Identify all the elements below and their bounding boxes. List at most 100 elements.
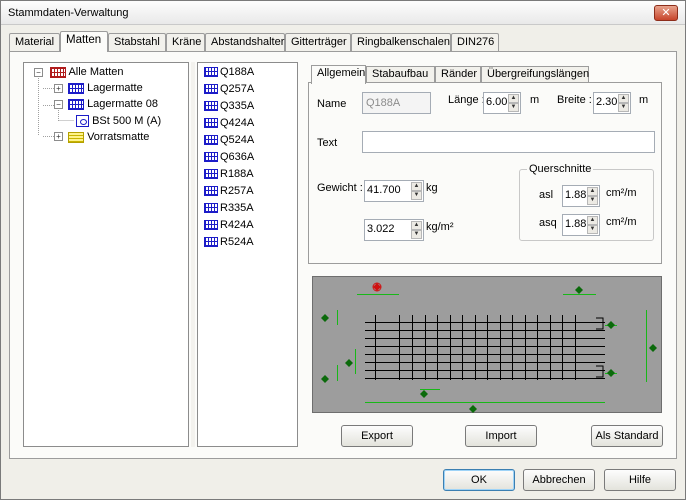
- laenge-unit: m: [530, 94, 540, 106]
- breite-unit: m: [639, 94, 649, 106]
- als-standard-button[interactable]: Als Standard: [591, 425, 663, 447]
- mesh-icon: [68, 82, 84, 94]
- tree-item-label: BSt 500 M (A): [92, 115, 162, 127]
- stammdaten-window: Stammdaten-Verwaltung ✕ Material Matten …: [0, 0, 686, 500]
- list-item[interactable]: Q424A: [204, 115, 254, 131]
- spin-arrows: ▲ ▼: [411, 221, 422, 239]
- abbrechen-button[interactable]: Abbrechen: [523, 469, 595, 491]
- spin-up-icon[interactable]: ▲: [587, 187, 598, 196]
- asq-value: 1.88: [565, 218, 587, 230]
- name-label: Name: [317, 98, 347, 110]
- gewicht-label: Gewicht :: [317, 182, 363, 194]
- tab-material[interactable]: Material: [9, 33, 60, 51]
- spin-up-icon[interactable]: ▲: [587, 216, 598, 225]
- asl-label: asl: [539, 189, 554, 201]
- list-item-label: R188A: [220, 168, 254, 180]
- tree-item-bst500m[interactable]: BSt 500 M (A): [76, 113, 161, 129]
- laenge-label: Länge :: [448, 94, 485, 106]
- list-item[interactable]: Q524A: [204, 132, 254, 148]
- tree-item-label: Lagermatte: [87, 82, 143, 94]
- asq-unit: cm²/m: [606, 216, 637, 228]
- dimension-lines: [337, 294, 647, 403]
- mat-tree-view[interactable]: − Alle Matten + Lagermatte − Lagermatte …: [23, 62, 189, 447]
- mesh-red-icon: [50, 66, 66, 78]
- tree-expand-toggle-lagermatte[interactable]: +: [54, 84, 63, 93]
- close-button[interactable]: ✕: [654, 5, 678, 21]
- tab-allgemein[interactable]: Allgemein: [311, 65, 366, 84]
- tree-collapse-toggle-alle[interactable]: −: [34, 68, 43, 77]
- laenge-value: 6.00: [486, 96, 508, 108]
- spin-down-icon[interactable]: ▼: [587, 225, 598, 234]
- tab-stabaufbau[interactable]: Stabaufbau: [366, 66, 435, 83]
- spin-arrows: ▲ ▼: [587, 187, 598, 205]
- text-field[interactable]: [362, 131, 655, 153]
- asq-label: asq: [539, 217, 557, 229]
- import-button[interactable]: Import: [465, 425, 537, 447]
- tree-item-lagermatte-08[interactable]: Lagermatte 08: [68, 96, 158, 112]
- name-field[interactable]: Q188A: [362, 92, 431, 114]
- list-item[interactable]: Q636A: [204, 149, 254, 165]
- list-item[interactable]: R524A: [204, 234, 254, 250]
- tree-item-vorratsmatte[interactable]: Vorratsmatte: [68, 129, 149, 145]
- list-item[interactable]: Q335A: [204, 98, 254, 114]
- tab-raender[interactable]: Ränder: [435, 66, 481, 83]
- export-button[interactable]: Export: [341, 425, 413, 447]
- tab-kraene[interactable]: Kräne: [166, 33, 205, 51]
- spin-down-icon[interactable]: ▼: [411, 230, 422, 239]
- tab-abstandshalter[interactable]: Abstandshalter: [205, 33, 285, 51]
- tree-expand-toggle-vorratsmatte[interactable]: +: [54, 132, 63, 141]
- querschnitte-title: Querschnitte: [527, 163, 594, 175]
- mat-preview[interactable]: [312, 276, 662, 413]
- spin-arrows: ▲ ▼: [508, 94, 519, 112]
- gewicht-value: 41.700: [367, 184, 401, 196]
- list-item[interactable]: Q257A: [204, 81, 254, 97]
- tree-collapse-toggle-lagermatte08[interactable]: −: [54, 100, 63, 109]
- tree-item-label: Lagermatte 08: [87, 98, 158, 110]
- list-item-label: R424A: [220, 219, 254, 231]
- tab-uebergreifungslaengen[interactable]: Übergreifungslängen: [481, 66, 589, 83]
- tab-din276[interactable]: DIN276: [451, 33, 499, 51]
- hilfe-button[interactable]: Hilfe: [604, 469, 676, 491]
- gewicht-spinner[interactable]: 41.700 ▲ ▼: [364, 180, 424, 202]
- spin-up-icon[interactable]: ▲: [508, 94, 519, 103]
- tab-ringbalkenschalen[interactable]: Ringbalkenschalen: [351, 33, 451, 51]
- tree-item-alle-matten[interactable]: Alle Matten: [50, 64, 123, 80]
- spin-down-icon[interactable]: ▼: [508, 103, 519, 112]
- tree-item-lagermatte[interactable]: Lagermatte: [68, 80, 143, 96]
- spin-arrows: ▲ ▼: [587, 216, 598, 234]
- mat-list[interactable]: Q188A Q257A Q335A Q424A Q524A Q636A R188…: [197, 62, 298, 447]
- list-item[interactable]: R188A: [204, 166, 254, 182]
- asl-spinner[interactable]: 1.88 ▲ ▼: [562, 185, 600, 207]
- spin-up-icon[interactable]: ▲: [618, 94, 629, 103]
- dimension-handles: [321, 282, 657, 413]
- panel-splitter[interactable]: [191, 62, 195, 447]
- list-item[interactable]: R257A: [204, 183, 254, 199]
- laenge-spinner[interactable]: 6.00 ▲ ▼: [483, 92, 521, 114]
- spin-up-icon[interactable]: ▲: [411, 182, 422, 191]
- mesh-icon: [204, 237, 218, 248]
- spin-up-icon[interactable]: ▲: [411, 221, 422, 230]
- ok-button[interactable]: OK: [443, 469, 515, 491]
- spin-down-icon[interactable]: ▼: [411, 191, 422, 200]
- tab-gittertraeger[interactable]: Gitterträger: [285, 33, 351, 51]
- list-item[interactable]: Q188A: [204, 64, 254, 80]
- breite-spinner[interactable]: 2.30 ▲ ▼: [593, 92, 631, 114]
- tab-matten[interactable]: Matten: [60, 31, 108, 52]
- tab-stabstahl[interactable]: Stabstahl: [108, 33, 166, 51]
- flaechengewicht-unit: kg/m²: [426, 221, 454, 233]
- mesh-icon: [204, 84, 218, 95]
- text-label: Text: [317, 137, 338, 149]
- spin-down-icon[interactable]: ▼: [587, 196, 598, 205]
- spin-down-icon[interactable]: ▼: [618, 103, 629, 112]
- flaechengewicht-spinner[interactable]: 3.022 ▲ ▼: [364, 219, 424, 241]
- list-item-label: R524A: [220, 236, 254, 248]
- list-item-label: Q524A: [220, 134, 255, 146]
- asq-spinner[interactable]: 1.88 ▲ ▼: [562, 214, 600, 236]
- mesh-icon: [204, 118, 218, 129]
- list-item[interactable]: R335A: [204, 200, 254, 216]
- list-item-label: Q636A: [220, 151, 255, 163]
- title-bar[interactable]: Stammdaten-Verwaltung ✕: [1, 1, 685, 25]
- breite-label: Breite :: [557, 94, 592, 106]
- mesh-icon: [204, 152, 218, 163]
- list-item[interactable]: R424A: [204, 217, 254, 233]
